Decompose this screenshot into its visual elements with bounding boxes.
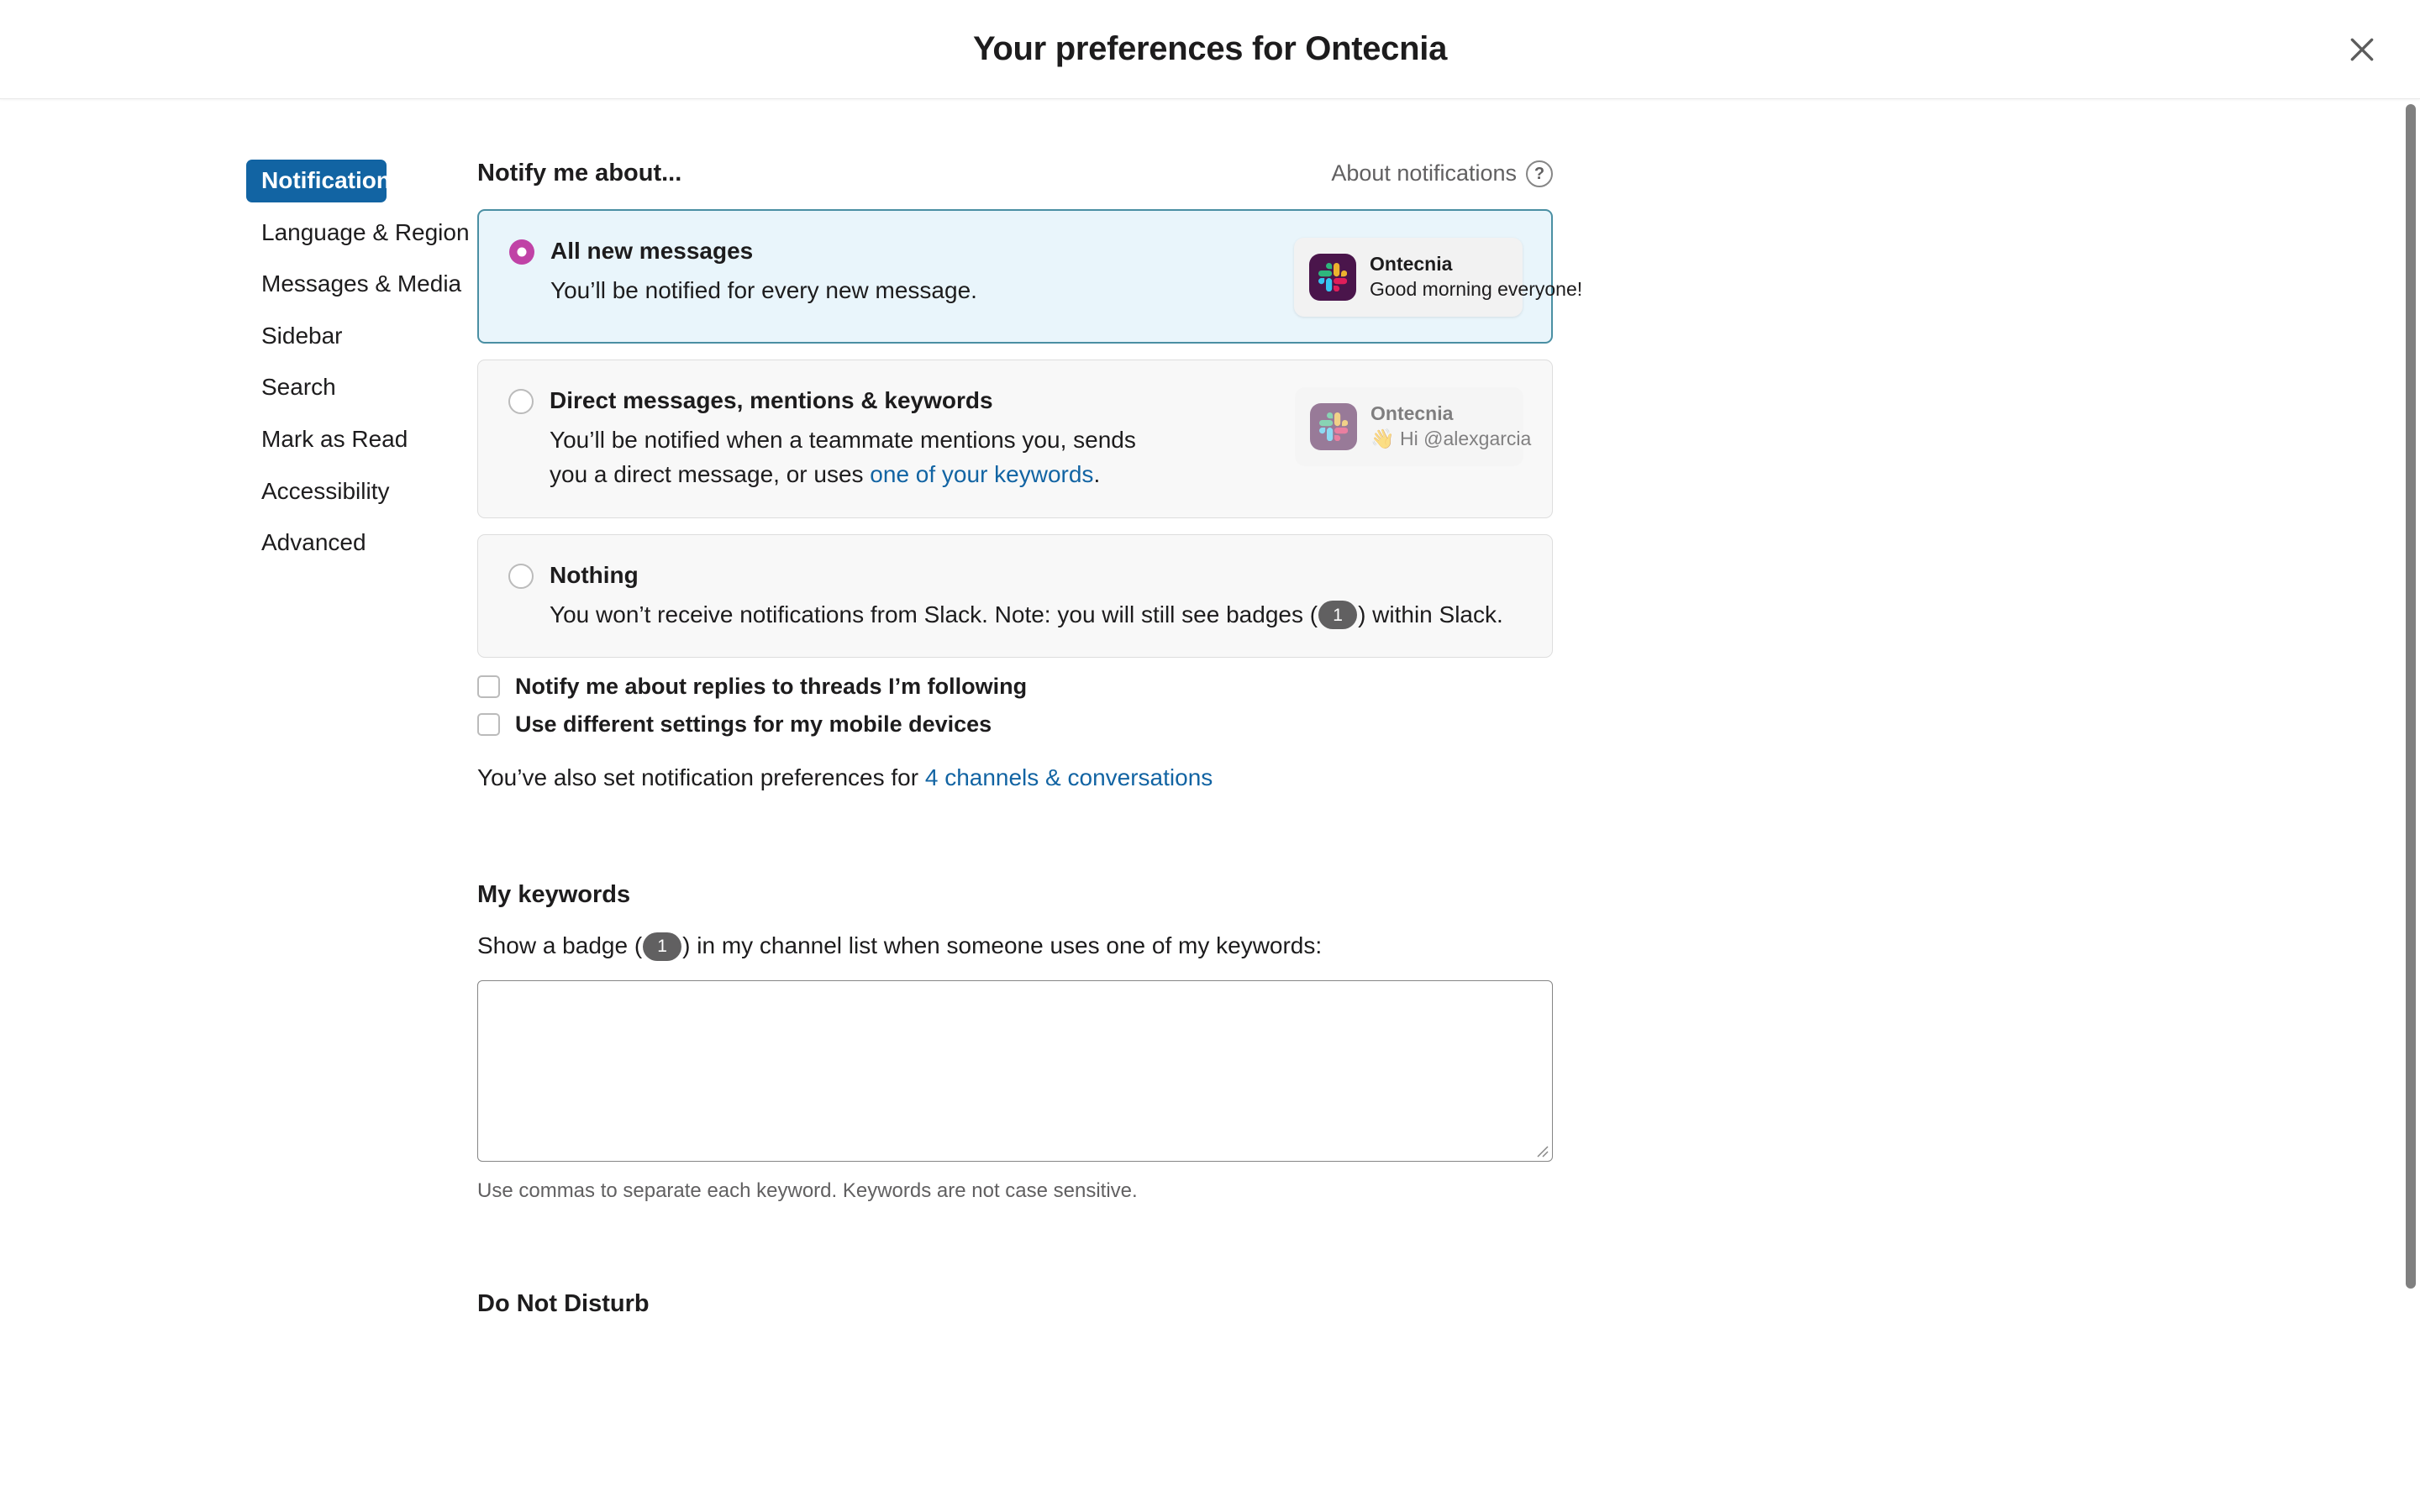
- modal-header: Your preferences for Ontecnia: [0, 0, 2420, 99]
- slack-logo-icon: [1310, 402, 1357, 450]
- notification-preview-message: Good morning everyone!: [1370, 277, 1583, 300]
- sidebar-item-messages-media[interactable]: Messages & Media: [246, 263, 461, 306]
- option-direct-messages-description: You’ll be notified when a teammate menti…: [550, 423, 1138, 492]
- notification-preview-app-name: Ontecnia: [1370, 253, 1453, 275]
- channel-preferences-note: You’ve also set notification preferences…: [477, 761, 1563, 794]
- checkbox-thread-replies-label: Notify me about replies to threads I’m f…: [515, 674, 1028, 700]
- sidebar-item-sidebar[interactable]: Sidebar: [246, 315, 387, 358]
- modal-body: Notifications Language & Region Messages…: [0, 99, 2420, 1512]
- settings-sidebar: Notifications Language & Region Messages…: [0, 160, 470, 1512]
- notification-preview-text: Ontecnia 👋 Hi @alexgarcia: [1370, 402, 1532, 452]
- page-title: Your preferences for Ontecnia: [972, 30, 1448, 67]
- preferences-modal: Your preferences for Ontecnia Notificati…: [0, 0, 2420, 1512]
- sidebar-item-accessibility[interactable]: Accessibility: [246, 470, 389, 513]
- option-direct-messages-main: Direct messages, mentions & keywords You…: [508, 386, 1295, 492]
- checkbox-row-thread-replies[interactable]: Notify me about replies to threads I’m f…: [477, 674, 1563, 700]
- option-nothing-desc-part1: You won’t receive notifications from Sla…: [550, 601, 1318, 627]
- radio-nothing[interactable]: [508, 563, 534, 589]
- slack-logo-icon: [1309, 253, 1356, 301]
- notification-preview-app-name: Ontecnia: [1370, 402, 1454, 424]
- my-keywords-prompt-suffix: ) in my channel list when someone uses o…: [682, 932, 1323, 959]
- checkbox-row-mobile-settings[interactable]: Use different settings for my mobile dev…: [477, 711, 1563, 738]
- about-notifications-link[interactable]: About notifications ?: [1331, 160, 1553, 187]
- notify-section-title: Notify me about...: [477, 160, 682, 186]
- option-direct-messages-label: Direct messages, mentions & keywords: [550, 386, 993, 413]
- option-nothing-main: Nothing You won’t receive notifications …: [508, 560, 1523, 632]
- keywords-textarea[interactable]: [477, 980, 1553, 1163]
- resize-grip-icon[interactable]: [1531, 1140, 1549, 1158]
- keywords-help-text: Use commas to separate each keyword. Key…: [477, 1179, 1138, 1203]
- my-keywords-prompt: Show a badge (1) in my channel list when…: [477, 929, 1563, 962]
- do-not-disturb-section: Do Not Disturb: [477, 1290, 1563, 1318]
- checkbox-mobile-settings[interactable]: [477, 713, 500, 737]
- do-not-disturb-title: Do Not Disturb: [477, 1290, 650, 1318]
- sidebar-item-advanced[interactable]: Advanced: [246, 522, 387, 564]
- checkbox-thread-replies[interactable]: [477, 675, 500, 699]
- sidebar-item-notifications[interactable]: Notifications: [246, 160, 404, 202]
- option-nothing[interactable]: Nothing You won’t receive notifications …: [477, 533, 1553, 659]
- close-icon: [2345, 33, 2379, 66]
- close-button[interactable]: [2336, 24, 2388, 76]
- notification-preview-text: Ontecnia Good morning everyone!: [1370, 252, 1583, 302]
- option-nothing-label: Nothing: [550, 561, 639, 588]
- settings-content: Notify me about... About notifications ?…: [387, 160, 1583, 1512]
- sidebar-item-language-region[interactable]: Language & Region: [246, 212, 470, 255]
- sidebar-item-mark-as-read[interactable]: Mark as Read: [246, 418, 408, 461]
- scrollbar-thumb[interactable]: [2406, 104, 2416, 1289]
- sidebar-item-search[interactable]: Search: [246, 366, 387, 409]
- option-direct-messages[interactable]: Direct messages, mentions & keywords You…: [477, 359, 1553, 518]
- channels-conversations-link[interactable]: 4 channels & conversations: [925, 764, 1213, 790]
- option-nothing-description: You won’t receive notifications from Sla…: [550, 597, 1507, 632]
- option-nothing-desc-part2: ) within Slack.: [1358, 601, 1503, 627]
- option-direct-messages-row: Direct messages, mentions & keywords: [508, 386, 1278, 415]
- notification-preview-direct-messages: Ontecnia 👋 Hi @alexgarcia: [1295, 386, 1532, 466]
- option-all-new-messages-label: All new messages: [550, 238, 754, 264]
- about-notifications-label: About notifications: [1331, 160, 1517, 186]
- checkbox-mobile-settings-label: Use different settings for my mobile dev…: [515, 711, 992, 738]
- channel-preferences-prefix: You’ve also set notification preferences…: [477, 764, 925, 791]
- option-all-new-messages[interactable]: All new messages You’ll be notified for …: [477, 209, 1583, 344]
- option-all-new-messages-row: All new messages: [509, 236, 1277, 265]
- notify-section-header: Notify me about... About notifications ?: [477, 160, 1553, 187]
- radio-direct-messages[interactable]: [508, 388, 534, 414]
- notification-preview-message: 👋 Hi @alexgarcia: [1370, 427, 1532, 449]
- badge-indicator: 1: [1318, 601, 1358, 630]
- option-all-new-messages-main: All new messages You’ll be notified for …: [509, 236, 1294, 317]
- option-nothing-row: Nothing: [508, 560, 1507, 590]
- option-all-new-messages-description: You’ll be notified for every new message…: [550, 277, 977, 303]
- my-keywords-section: My keywords Show a badge (1) in my chann…: [477, 881, 1563, 1203]
- keywords-link[interactable]: one of your keywords: [870, 461, 1093, 487]
- radio-all-new-messages[interactable]: [509, 239, 534, 265]
- notification-preview-all-messages: Ontecnia Good morning everyone!: [1294, 238, 1583, 317]
- scrollbar-track[interactable]: [2402, 99, 2420, 1512]
- option-direct-messages-desc-part2: .: [1093, 461, 1101, 488]
- help-icon: ?: [1526, 160, 1553, 187]
- badge-indicator: 1: [643, 932, 682, 961]
- my-keywords-title: My keywords: [477, 881, 631, 909]
- my-keywords-prompt-prefix: Show a badge (: [477, 932, 643, 959]
